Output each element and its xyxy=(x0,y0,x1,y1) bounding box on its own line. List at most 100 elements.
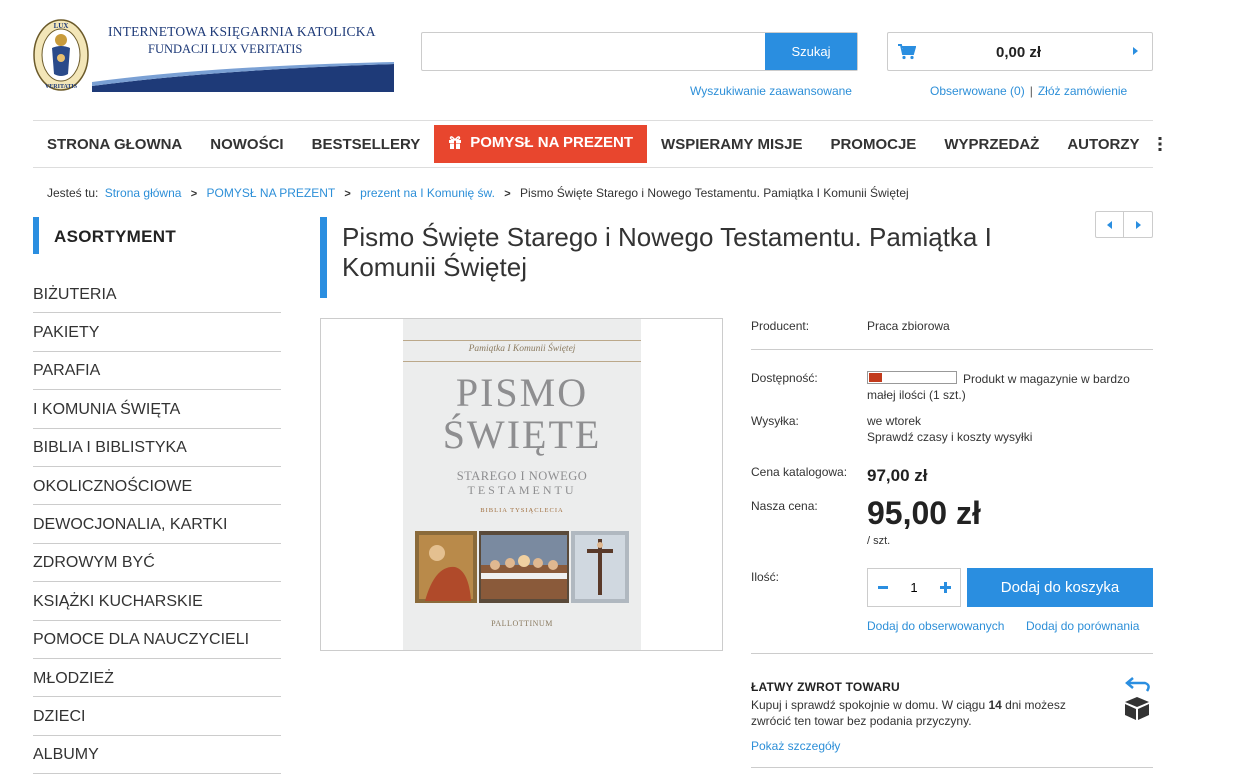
price-unit: / szt. xyxy=(867,535,891,547)
return-details-link[interactable]: Pokaż szczegóły xyxy=(751,739,840,753)
breadcrumb-communion-gift[interactable]: prezent na I Komunię św. xyxy=(360,186,495,200)
place-order-link[interactable]: Złóż zamówienie xyxy=(1038,84,1127,98)
logo-title: INTERNETOWA KSIĘGARNIA KATOLICKA xyxy=(108,24,376,39)
cart-icon xyxy=(898,44,916,60)
cover-title-line1: PISMO xyxy=(455,370,589,415)
divider xyxy=(751,653,1153,654)
svg-text:VERITATIS: VERITATIS xyxy=(45,84,78,90)
sidebar-item-jewelry[interactable]: BIŻUTERIA xyxy=(33,275,281,314)
title-accent-bar xyxy=(320,217,327,298)
sidebar-item-packages[interactable]: PAKIETY xyxy=(33,313,281,352)
easy-return-text: Kupuj i sprawdź spokojnie w domu. W ciąg… xyxy=(751,697,1091,729)
nav-item-home[interactable]: STRONA GŁOWNA xyxy=(33,126,196,162)
product-pager xyxy=(1095,211,1153,238)
chevron-right-icon xyxy=(1133,47,1138,55)
store-logo[interactable]: LUX VERITATIS INTERNETOWA KSIĘGARNIA KAT… xyxy=(32,18,394,94)
nav-item-authors[interactable]: AUTORZY xyxy=(1053,126,1153,162)
product-title: Pismo Święte Starego i Nowego Testamentu… xyxy=(342,222,992,282)
sidebar-item-first-communion[interactable]: I KOMUNIA ŚWIĘTA xyxy=(33,390,281,429)
gift-icon xyxy=(449,136,462,149)
divider xyxy=(751,349,1153,350)
add-to-compare-link[interactable]: Dodaj do porównania xyxy=(1026,619,1139,633)
producer-link[interactable]: Praca zbiorowa xyxy=(867,319,950,333)
chevron-right-icon[interactable] xyxy=(1124,212,1152,237)
breadcrumb-current: Pismo Święte Starego i Nowego Testamentu… xyxy=(520,186,909,200)
logo-subtitle: FUNDACJI LUX VERITATIS xyxy=(148,42,303,56)
main-nav: STRONA GŁOWNA NOWOŚCI BESTSELLERY POMYSŁ… xyxy=(33,120,1162,168)
sidebar-item-occasional[interactable]: OKOLICZNOŚCIOWE xyxy=(33,467,281,506)
vertical-dots-icon xyxy=(1158,137,1162,151)
nav-item-new[interactable]: NOWOŚCI xyxy=(196,126,297,162)
cover-rule xyxy=(403,361,641,362)
category-list: BIŻUTERIA PAKIETY PARAFIA I KOMUNIA ŚWIĘ… xyxy=(33,275,281,775)
availability-label: Dostępność: xyxy=(751,371,818,385)
shipping-value: we wtorek xyxy=(867,414,922,428)
cart-total: 0,00 zł xyxy=(996,44,1042,61)
nav-item-promotions[interactable]: PROMOCJE xyxy=(816,126,930,162)
sidebar-item-bible[interactable]: BIBLIA I BIBLISTYKA xyxy=(33,429,281,467)
cover-title-line2: ŚWIĘTE xyxy=(442,412,602,457)
our-price-label: Nasza cena: xyxy=(751,499,818,513)
breadcrumb-home[interactable]: Strona główna xyxy=(105,186,182,200)
sidebar-item-cookbooks[interactable]: KSIĄŻKI KUCHARSKIE xyxy=(33,582,281,621)
breadcrumb: Jesteś tu: Strona główna > POMYSŁ NA PRE… xyxy=(47,186,909,200)
book-cover: Pamiątka I Komunii Świętej PISMO ŚWIĘTE … xyxy=(403,319,641,650)
sidebar-heading: ASORTYMENT xyxy=(33,217,283,254)
return-days: 14 xyxy=(988,698,1002,712)
sidebar-item-parish[interactable]: PARAFIA xyxy=(33,352,281,391)
search-button[interactable]: Szukaj xyxy=(765,33,857,70)
sidebar-item-children[interactable]: DZIECI xyxy=(33,697,281,736)
quantity-stepper xyxy=(867,568,961,607)
watched-link[interactable]: Obserwowane (0) xyxy=(930,84,1025,98)
account-links: Obserwowane (0) | Złóż zamówienie xyxy=(930,84,1127,98)
easy-return-title: ŁATWY ZWROT TOWARU xyxy=(751,680,900,694)
breadcrumb-gift-idea[interactable]: POMYSŁ NA PREZENT xyxy=(207,186,335,200)
cover-publisher: PALLOTTINUM xyxy=(491,619,553,628)
availability-bar xyxy=(867,371,957,384)
minus-icon[interactable] xyxy=(868,569,898,606)
breadcrumb-prefix: Jesteś tu: xyxy=(47,186,99,200)
svg-text:LUX: LUX xyxy=(54,22,69,30)
divider xyxy=(751,767,1153,768)
add-to-watchlist-link[interactable]: Dodaj do obserwowanych xyxy=(867,619,1004,633)
shipping-label: Wysyłka: xyxy=(751,414,799,428)
link-separator: | xyxy=(1029,84,1033,98)
sidebar-item-albums[interactable]: ALBUMY xyxy=(33,736,281,775)
plus-icon[interactable] xyxy=(930,569,960,606)
availability-bar-fill xyxy=(869,373,882,382)
nav-item-gift-label: POMYSŁ NA PREZENT xyxy=(470,133,634,151)
sidebar-item-youth[interactable]: MŁODZIEŻ xyxy=(33,659,281,698)
chevron-left-icon[interactable] xyxy=(1096,212,1124,237)
cart-summary[interactable]: 0,00 zł xyxy=(887,32,1153,71)
quantity-label: Ilość: xyxy=(751,570,780,584)
nav-item-bestsellers[interactable]: BESTSELLERY xyxy=(298,126,435,162)
sidebar-heading-label: ASORTYMENT xyxy=(54,227,176,246)
nav-item-missions[interactable]: WSPIERAMY MISJE xyxy=(647,126,816,162)
logo-swoosh-graphic xyxy=(92,62,394,92)
sidebar-item-health[interactable]: ZDROWYM BYĆ xyxy=(33,544,281,583)
catalog-price: 97,00 zł xyxy=(867,466,928,485)
quantity-input[interactable] xyxy=(898,569,930,606)
search-input[interactable] xyxy=(422,33,766,70)
advanced-search-link[interactable]: Wyszukiwanie zaawansowane xyxy=(690,84,852,98)
sidebar-item-devotional[interactable]: DEWOCJONALIA, KARTKI xyxy=(33,505,281,544)
cover-illustrations xyxy=(415,531,629,603)
cover-rule xyxy=(403,340,641,341)
chevron-right-icon: > xyxy=(344,188,351,200)
more-menu-icon[interactable] xyxy=(1158,126,1162,162)
return-text-part: Kupuj i sprawdź spokojnie w domu. W ciąg… xyxy=(751,698,989,712)
product-image[interactable]: Pamiątka I Komunii Świętej PISMO ŚWIĘTE … xyxy=(320,318,723,651)
shipping-info-link[interactable]: Sprawdź czasy i koszty wysyłki xyxy=(867,430,1032,444)
chevron-right-icon: > xyxy=(190,188,198,200)
nav-item-sale[interactable]: WYPRZEDAŻ xyxy=(930,126,1053,162)
add-to-cart-button[interactable]: Dodaj do koszyka xyxy=(967,568,1153,607)
sidebar-item-teaching-aids[interactable]: POMOCE DLA NAUCZYCIELI xyxy=(33,621,281,659)
cover-edition: BIBLIA TYSIĄCLECIA xyxy=(480,507,564,514)
nav-item-gift-idea[interactable]: POMYSŁ NA PREZENT xyxy=(434,125,648,163)
cover-title-line3: STAREGO I NOWEGO xyxy=(456,469,588,483)
cover-title-line4: TESTAMENTU xyxy=(467,483,577,497)
producer-label: Producent: xyxy=(751,319,810,333)
lux-veritatis-seal-icon: LUX VERITATIS xyxy=(33,19,89,91)
chevron-right-icon: > xyxy=(504,188,511,200)
search-box: Szukaj xyxy=(421,32,858,71)
